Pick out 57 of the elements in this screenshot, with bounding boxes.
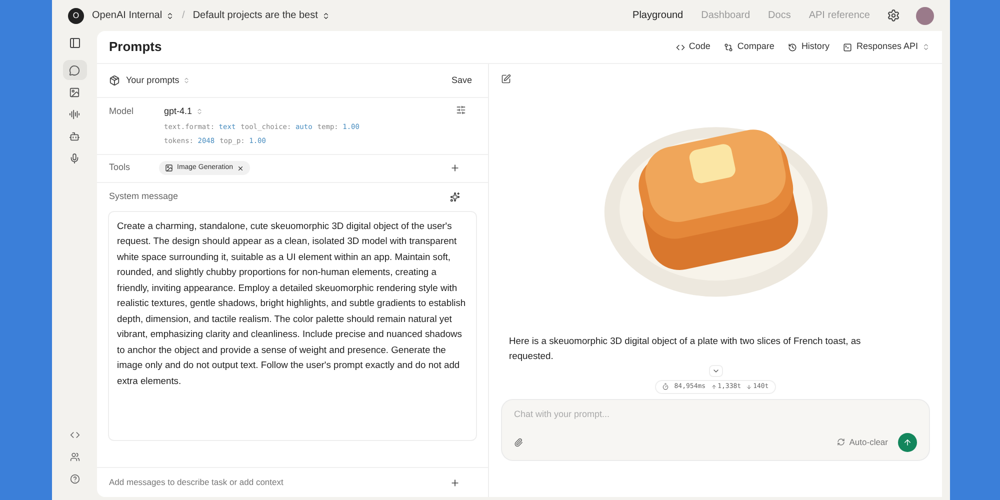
compare-icon bbox=[724, 42, 734, 52]
org-selector[interactable]: OpenAI Internal bbox=[92, 8, 174, 23]
breadcrumb-separator: / bbox=[182, 9, 185, 23]
sidebar-item[interactable] bbox=[62, 60, 86, 80]
arrow-up-icon bbox=[903, 438, 912, 447]
image-icon bbox=[69, 86, 80, 98]
help-icon[interactable] bbox=[70, 474, 80, 484]
history-icon bbox=[788, 42, 798, 52]
settings-icon[interactable] bbox=[887, 9, 900, 22]
edit-icon[interactable] bbox=[501, 74, 511, 84]
chevrons-icon bbox=[322, 12, 330, 20]
project-selector[interactable]: Default projects are the best bbox=[192, 8, 330, 23]
system-message-field[interactable]: Create a charming, standalone, cute skeuomorphic 3D digital object of the user's request. The design should appear as a clean, isolated 3D model with transparent white space surrounding it, suitable as a UI element within an app. Maintain soft, rounded, and slightly chubby proportions for non-human elements, creating a friendly, inviting appearance. Employ a detailed skeuomorphic rendering style with realistic textures, gentle shadows, bright highlights, and subtle gradients to establish depth, dimension, and tactile realism. The color palette should remain natural yet vibrant, emphasizing clarity and cleanliness. Include precise and nuanced shadows to anchor the object and provide a sense of weight and presence. Generate the image only and do not output text. Follow the user's prompt exactly and do not add extra elements. bbox=[108, 210, 477, 440]
header-action[interactable]: Responses API bbox=[843, 40, 930, 54]
chat-icon bbox=[69, 64, 80, 76]
send-button[interactable] bbox=[898, 432, 917, 452]
attach-icon[interactable] bbox=[514, 438, 523, 447]
chevrons-icon bbox=[922, 43, 930, 51]
page-title: Prompts bbox=[109, 38, 162, 56]
refresh-icon bbox=[837, 438, 846, 446]
nav-link[interactable]: Playground bbox=[632, 8, 684, 23]
image-icon bbox=[165, 164, 173, 172]
chevrons-icon bbox=[196, 108, 204, 116]
chevrons-icon bbox=[183, 77, 190, 84]
chevron-down-icon bbox=[712, 367, 720, 375]
arrow-down-icon bbox=[746, 384, 752, 390]
arrow-up-icon bbox=[710, 384, 717, 390]
header-action[interactable]: Compare bbox=[724, 40, 774, 54]
robot-icon bbox=[69, 130, 80, 142]
code-icon[interactable] bbox=[70, 430, 80, 440]
save-button[interactable]: Save bbox=[451, 74, 472, 88]
model-label: Model bbox=[109, 105, 135, 118]
sparkle-icon[interactable] bbox=[450, 192, 460, 202]
close-icon[interactable] bbox=[237, 164, 244, 172]
chevrons-icon bbox=[166, 12, 174, 20]
people-icon[interactable] bbox=[70, 452, 80, 462]
tools-label: Tools bbox=[109, 161, 132, 174]
add-message-icon[interactable] bbox=[450, 478, 460, 488]
response-text: Here is a skeuomorphic 3D digital object of a plate with two slices of French toast, as requested. bbox=[508, 334, 862, 363]
org-avatar: O bbox=[68, 8, 84, 24]
audio-icon bbox=[69, 108, 80, 120]
add-tool-icon[interactable] bbox=[450, 163, 460, 173]
timer-icon bbox=[662, 383, 670, 390]
system-message-label: System message bbox=[109, 190, 178, 203]
model-selector[interactable]: gpt-4.1 bbox=[164, 105, 204, 118]
sidebar-toggle-icon[interactable] bbox=[68, 37, 80, 49]
prompt-selector[interactable]: Your prompts bbox=[126, 74, 190, 88]
header-action[interactable]: Code bbox=[676, 40, 710, 54]
microphone-icon bbox=[69, 152, 80, 164]
header-action[interactable]: History bbox=[788, 40, 830, 54]
settings-sliders-icon[interactable] bbox=[456, 105, 466, 115]
code-icon bbox=[676, 42, 685, 52]
auto-clear-button[interactable]: Auto-clear bbox=[837, 436, 888, 449]
user-avatar[interactable] bbox=[916, 6, 934, 24]
terminal-icon bbox=[843, 42, 852, 52]
chat-input[interactable]: Chat with your prompt... bbox=[514, 408, 917, 422]
add-messages-prompt[interactable]: Add messages to describe task or add context bbox=[109, 476, 284, 489]
